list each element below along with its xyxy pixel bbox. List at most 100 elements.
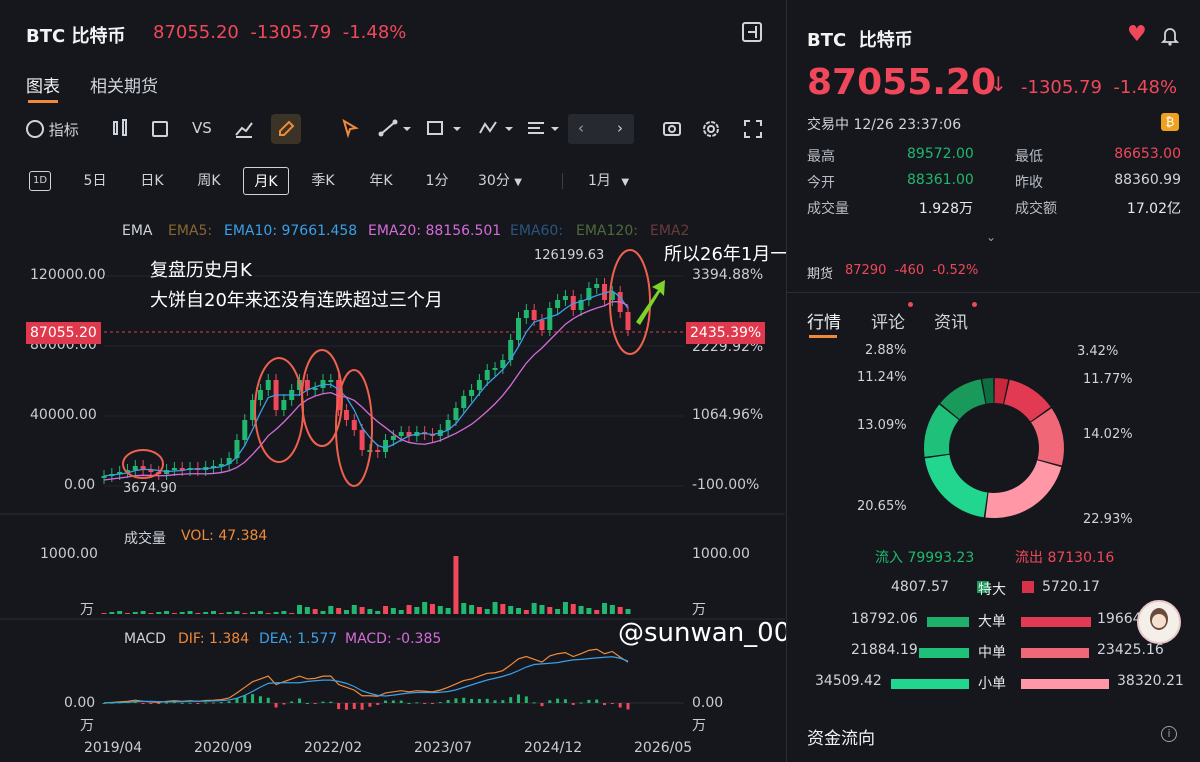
macd-tick: 0.00 xyxy=(64,695,96,711)
macd-bar xyxy=(102,703,106,704)
macd-bar xyxy=(211,702,215,704)
macd-bar xyxy=(517,694,521,703)
candle-body xyxy=(328,380,334,382)
macd-bar xyxy=(462,697,466,703)
candle-body xyxy=(171,468,177,470)
macd-bar xyxy=(368,703,372,707)
volume-bar xyxy=(195,613,201,614)
flow-bar-in xyxy=(927,617,969,627)
volume-label: 成交量 xyxy=(124,531,166,547)
donut-slice xyxy=(924,454,988,518)
volume-bar xyxy=(359,607,365,614)
macd-bar xyxy=(165,702,169,704)
macd-bar xyxy=(321,701,325,703)
flow-label: 中单 xyxy=(978,645,1006,661)
macd-unit: 万 xyxy=(692,718,706,734)
donut-label: 3.42% xyxy=(1077,344,1119,359)
flow-bar-in xyxy=(891,679,969,689)
volume-bar xyxy=(461,603,467,614)
volume-bar xyxy=(234,611,240,614)
volume-bar xyxy=(437,606,443,614)
candle-body xyxy=(523,310,529,318)
note-line2: 大饼自20年来还没有连跌超过三个月 xyxy=(150,290,443,311)
candle-body xyxy=(257,390,263,400)
volume-tick: 1000.00 xyxy=(692,546,750,562)
chart-panel: BTC 比特币 87055.20 -1305.79 -1.48% 图表 相关期货… xyxy=(0,0,932,762)
volume-bar xyxy=(453,556,459,614)
volume-bar xyxy=(578,606,584,614)
quote-panel: BTC 比特币 ♥ 87055.20 ↓ -1305.79 -1.48% 交易中… xyxy=(786,0,1200,762)
candle-body xyxy=(265,380,271,390)
macd-bar xyxy=(313,703,317,704)
candle-body xyxy=(625,312,631,330)
macd-bar xyxy=(125,702,129,704)
candle-body xyxy=(351,420,357,430)
candle-body xyxy=(594,284,600,288)
volume-bar xyxy=(414,607,420,614)
x-tick: 2024/12 xyxy=(524,740,583,756)
volume-bar xyxy=(625,609,631,614)
macd-bar xyxy=(157,703,161,705)
macd-bar xyxy=(501,700,505,703)
macd-bar xyxy=(524,696,528,703)
volume-bar xyxy=(594,610,600,614)
x-tick: 2020/09 xyxy=(194,740,253,756)
macd-bar xyxy=(360,703,364,710)
macd-tick: 0.00 xyxy=(692,695,724,711)
volume-bar xyxy=(336,608,342,614)
macd-bar xyxy=(337,703,341,710)
info-icon[interactable]: i xyxy=(1161,726,1177,742)
macd-bar xyxy=(274,703,278,708)
volume-tick: 1000.00 xyxy=(40,546,98,562)
macd-bar xyxy=(610,703,614,704)
volume-bar xyxy=(422,602,428,614)
macd-dea: DEA: 1.577 xyxy=(259,631,338,647)
macd-bar xyxy=(149,703,153,704)
candle-body xyxy=(555,300,561,308)
x-tick: 2023/07 xyxy=(414,740,473,756)
donut-label: 13.09% xyxy=(857,418,907,433)
dif-line xyxy=(103,648,629,704)
macd-bar xyxy=(399,700,403,703)
macd-bar xyxy=(477,698,481,703)
volume-bar xyxy=(187,611,193,614)
volume-bar xyxy=(164,611,170,614)
volume-bar xyxy=(257,611,263,614)
avatar[interactable] xyxy=(1137,600,1181,644)
macd-bar xyxy=(454,698,458,703)
donut-slice xyxy=(985,460,1062,518)
volume-bar xyxy=(156,612,162,614)
volume-bar xyxy=(132,612,138,614)
macd-bar xyxy=(110,702,114,704)
donut-label: 11.24% xyxy=(857,370,907,385)
macd-bar xyxy=(344,703,348,710)
macd-bar xyxy=(540,703,544,707)
volume-bar xyxy=(218,613,224,614)
volume-bar xyxy=(343,610,349,614)
candle-body xyxy=(547,308,553,330)
volume-bar xyxy=(390,608,396,614)
macd-bar xyxy=(618,703,622,708)
flow-bar-out xyxy=(1021,617,1091,627)
volume-bar xyxy=(523,610,529,614)
volume-bar xyxy=(297,605,303,614)
flow-out: 38320.21 xyxy=(1117,673,1184,689)
macd-dif: DIF: 1.384 xyxy=(178,631,250,647)
volume-bar xyxy=(273,612,279,614)
volume-bar xyxy=(367,609,373,614)
volume-bar xyxy=(375,611,381,614)
macd-bar xyxy=(548,700,552,703)
candle-body xyxy=(375,450,381,452)
macd-bar xyxy=(595,699,599,703)
donut-label: 14.02% xyxy=(1083,427,1133,442)
candle-body xyxy=(453,408,459,420)
volume-bar xyxy=(351,605,357,614)
capital-donut-chart xyxy=(924,378,1064,518)
candle-body xyxy=(516,318,522,340)
volume-bar xyxy=(383,606,389,614)
volume-bar xyxy=(617,607,623,614)
volume-bar xyxy=(250,612,256,614)
macd-bar xyxy=(603,703,607,706)
volume-bar xyxy=(304,607,310,614)
macd-bar xyxy=(493,700,497,703)
